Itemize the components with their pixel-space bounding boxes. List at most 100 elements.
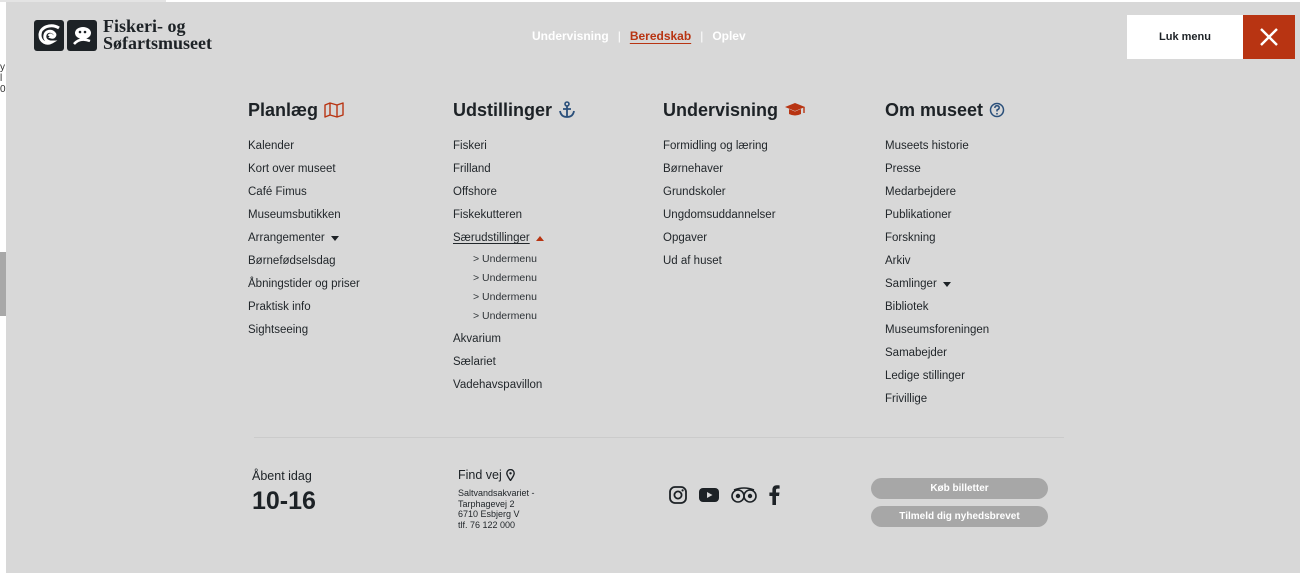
- tripadvisor-icon[interactable]: [730, 486, 758, 509]
- address: Saltvandsakvariet - Tarphagevej 2 6710 E…: [458, 488, 535, 530]
- menu-item-label: Særudstillinger: [453, 232, 530, 244]
- topnav-undervisning[interactable]: Undervisning: [532, 29, 609, 43]
- question-circle-icon: [989, 102, 1005, 118]
- menu-list: Kalender Kort over museet Café Fimus Mus…: [248, 135, 360, 342]
- topnav-beredskab[interactable]: Beredskab: [630, 29, 691, 43]
- column-heading-text: Om museet: [885, 99, 984, 120]
- menu-item-bornehaver[interactable]: Børnehaver: [663, 158, 806, 181]
- menu-column-undervisning: Undervisning Formidling og læring Børneh…: [663, 99, 806, 273]
- menu-list: Fiskeri Frilland Offshore Fiskekutteren …: [453, 135, 576, 250]
- underlying-text-fragment: l: [0, 73, 3, 84]
- museum-logo[interactable]: Fiskeri- og Søfartsmuseet: [34, 17, 212, 52]
- caret-up-icon: [535, 236, 544, 241]
- map-icon: [324, 102, 344, 118]
- footer-divider: [254, 437, 1064, 438]
- menu-item-frivillige[interactable]: Frivillige: [885, 388, 1005, 411]
- menu-item-forskning[interactable]: Forskning: [885, 227, 1005, 250]
- menu-item-arrangementer[interactable]: Arrangementer: [248, 227, 360, 250]
- menu-item-kalender[interactable]: Kalender: [248, 135, 360, 158]
- column-heading-text: Undervisning: [663, 99, 779, 120]
- submenu-item[interactable]: > Undermenu: [453, 307, 576, 326]
- menu-item-offshore[interactable]: Offshore: [453, 181, 576, 204]
- close-menu-button[interactable]: Luk menu: [1127, 15, 1243, 59]
- column-heading: Undervisning: [663, 99, 806, 121]
- menu-list: Akvarium Sælariet Vadehavspavillon: [453, 328, 576, 397]
- find-way-label: Find vej: [458, 468, 502, 482]
- menu-item-kort-over-museet[interactable]: Kort over museet: [248, 158, 360, 181]
- column-heading: Udstillinger: [453, 99, 576, 121]
- find-way: Find vej Saltvandsakvariet - Tarphagevej…: [458, 468, 535, 530]
- menu-item-ungdomsuddannelser[interactable]: Ungdomsuddannelser: [663, 204, 806, 227]
- caret-down-icon: [942, 282, 951, 287]
- address-line: Tarphagevej 2: [458, 498, 515, 509]
- menu-item-museets-historie[interactable]: Museets historie: [885, 135, 1005, 158]
- buy-tickets-button[interactable]: Køb billetter: [871, 478, 1048, 499]
- menu-item-abningstider[interactable]: Åbningstider og priser: [248, 273, 360, 296]
- opening-hours-value: 10-16: [252, 487, 316, 515]
- menu-item-grundskoler[interactable]: Grundskoler: [663, 181, 806, 204]
- close-menu-x-button[interactable]: [1243, 15, 1295, 59]
- menu-item-frilland[interactable]: Frilland: [453, 158, 576, 181]
- menu-item-arkiv[interactable]: Arkiv: [885, 250, 1005, 273]
- menu-column-planlaeg: Planlæg Kalender Kort over museet Café F…: [248, 99, 360, 342]
- underlying-text-fragment: 0: [0, 84, 6, 95]
- seal-logo-icon: [67, 19, 97, 51]
- logo-mark: [34, 19, 97, 51]
- menu-item-fiskeri[interactable]: Fiskeri: [453, 135, 576, 158]
- menu-item-opgaver[interactable]: Opgaver: [663, 227, 806, 250]
- anchor-icon: [558, 101, 576, 119]
- submenu-item[interactable]: > Undermenu: [453, 250, 576, 269]
- menu-item-ud-af-huset[interactable]: Ud af huset: [663, 250, 806, 273]
- caret-down-icon: [330, 236, 339, 241]
- menu-item-vadehavspavillon[interactable]: Vadehavspavillon: [453, 374, 576, 397]
- topnav-oplev[interactable]: Oplev: [712, 29, 745, 43]
- menu-item-cafe-fimus[interactable]: Café Fimus: [248, 181, 360, 204]
- address-line: Saltvandsakvariet -: [458, 488, 535, 498]
- menu-item-formidling[interactable]: Formidling og læring: [663, 135, 806, 158]
- wave-logo-icon: [34, 19, 64, 51]
- menu-item-bibliotek[interactable]: Bibliotek: [885, 296, 1005, 319]
- top-navigation: Undervisning | Beredskab | Oplev: [532, 29, 746, 43]
- submenu-item[interactable]: > Undermenu: [453, 269, 576, 288]
- find-way-link[interactable]: Find vej: [458, 468, 535, 482]
- menu-item-museumsbutikken[interactable]: Museumsbutikken: [248, 204, 360, 227]
- menu-overlay: Fiskeri- og Søfartsmuseet Undervisning |…: [6, 2, 1300, 573]
- menu-item-saerudstillinger[interactable]: Særudstillinger: [453, 227, 576, 250]
- topnav-separator: |: [700, 29, 704, 43]
- menu-item-ledige-stillinger[interactable]: Ledige stillinger: [885, 365, 1005, 388]
- facebook-icon[interactable]: [768, 485, 780, 510]
- column-heading-text: Udstillinger: [453, 99, 553, 120]
- instagram-icon[interactable]: [668, 485, 688, 510]
- address-phone: tlf. 76 122 000: [458, 519, 516, 530]
- menu-item-presse[interactable]: Presse: [885, 158, 1005, 181]
- opening-hours-label: Åbent idag: [252, 469, 312, 483]
- youtube-icon[interactable]: [698, 486, 720, 509]
- menu-item-samlinger[interactable]: Samlinger: [885, 273, 1005, 296]
- menu-item-saelariet[interactable]: Sælariet: [453, 351, 576, 374]
- address-line: 6710 Esbjerg V: [458, 509, 520, 519]
- menu-item-label: Arrangementer: [248, 232, 325, 244]
- menu-item-samabejder[interactable]: Samabejder: [885, 342, 1005, 365]
- column-heading: Om museet: [885, 99, 1005, 121]
- submenu-item[interactable]: > Undermenu: [453, 288, 576, 307]
- social-links: [668, 485, 780, 510]
- menu-item-bornefodselsdag[interactable]: Børnefødselsdag: [248, 250, 360, 273]
- menu-item-publikationer[interactable]: Publikationer: [885, 204, 1005, 227]
- close-icon: [1260, 28, 1278, 46]
- menu-item-museumsforeningen[interactable]: Museumsforeningen: [885, 319, 1005, 342]
- column-heading: Planlæg: [248, 99, 360, 121]
- menu-item-medarbejdere[interactable]: Medarbejdere: [885, 181, 1005, 204]
- newsletter-signup-button[interactable]: Tilmeld dig nyhedsbrevet: [871, 506, 1048, 527]
- menu-item-sightseeing[interactable]: Sightseeing: [248, 319, 360, 342]
- menu-item-praktisk-info[interactable]: Praktisk info: [248, 296, 360, 319]
- graduation-cap-icon: [784, 102, 806, 118]
- topnav-separator: |: [617, 29, 621, 43]
- menu-item-akvarium[interactable]: Akvarium: [453, 328, 576, 351]
- menu-list: Formidling og læring Børnehaver Grundsko…: [663, 135, 806, 273]
- underlying-text-fragment: y: [0, 62, 5, 73]
- submenu-list: > Undermenu > Undermenu > Undermenu > Un…: [453, 250, 576, 326]
- column-heading-text: Planlæg: [248, 99, 319, 120]
- underlying-page-text: y l 0: [0, 62, 6, 95]
- menu-item-fiskekutteren[interactable]: Fiskekutteren: [453, 204, 576, 227]
- map-pin-icon: [505, 469, 515, 481]
